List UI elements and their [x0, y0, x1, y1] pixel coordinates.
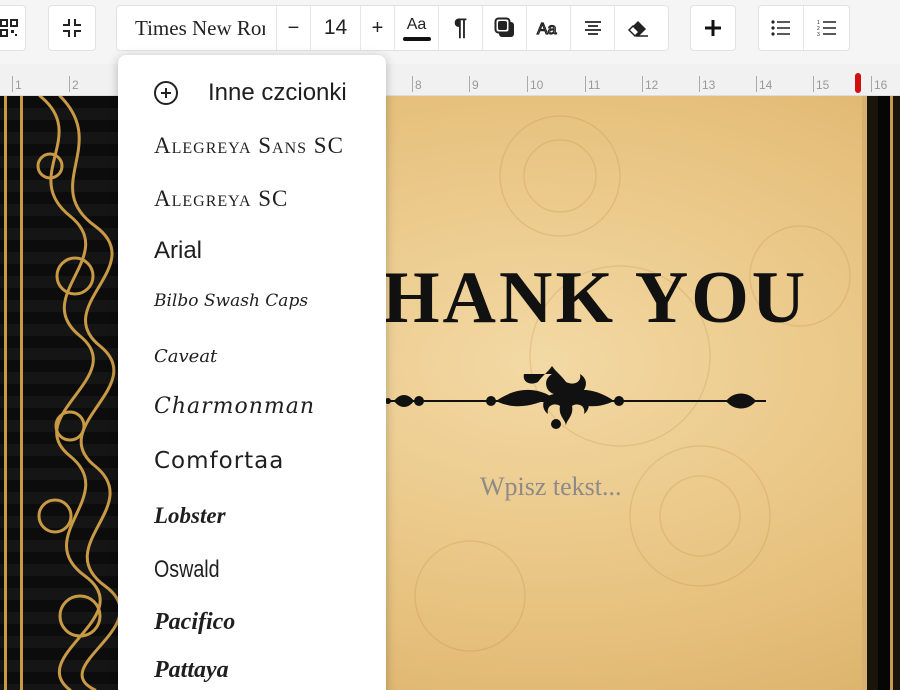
- ruler-tick: 10: [526, 76, 544, 92]
- text-shadow-button[interactable]: [483, 6, 527, 50]
- ruler-tick: 13: [698, 76, 716, 92]
- collapse-icon: [49, 6, 95, 50]
- qr-code-button[interactable]: [0, 5, 26, 51]
- font-option-bilbo-swash-caps[interactable]: Bilbo Swash Caps: [154, 291, 308, 311]
- card-headline[interactable]: HANK YOU: [382, 256, 808, 341]
- numbered-list-icon: 1 2 3: [817, 20, 836, 37]
- font-option-caveat[interactable]: Caveat: [154, 346, 217, 367]
- decrease-size-button[interactable]: −: [277, 6, 311, 50]
- ruler-tick: 15: [812, 76, 830, 92]
- numbered-list-button[interactable]: 1 2 3: [804, 6, 849, 50]
- eraser-button[interactable]: [615, 6, 661, 50]
- text-outline-icon: Aa: [536, 20, 557, 38]
- font-option-lobster[interactable]: Lobster: [154, 503, 226, 529]
- ornate-border-left: [0, 96, 118, 690]
- collapse-button[interactable]: [48, 5, 96, 51]
- eraser-icon: [627, 21, 648, 38]
- qr-code-icon: [0, 6, 25, 50]
- text-shadow-icon: [494, 17, 514, 37]
- font-option-charmonman[interactable]: Charmonman: [154, 394, 315, 419]
- ruler-tick: 11: [584, 76, 601, 92]
- ruler-margin-marker[interactable]: [855, 73, 861, 93]
- ruler-tick: 1: [12, 76, 22, 92]
- text-format-group: Times New Roman − 14 + Aa ¶ Aa: [116, 5, 669, 51]
- text-color-swatch: [402, 36, 431, 41]
- ruler-tick: 2: [69, 76, 79, 92]
- bullet-list-icon: [771, 20, 790, 36]
- editor-window: Times New Roman − 14 + Aa ¶ Aa: [0, 0, 900, 690]
- font-option-alegreya-sans-sc[interactable]: Alegreya Sans SC: [154, 133, 344, 159]
- align-center-icon: [584, 21, 601, 35]
- text-color-label: Aa: [406, 15, 427, 33]
- list-group: 1 2 3: [758, 5, 850, 51]
- increase-size-button[interactable]: +: [361, 6, 395, 50]
- font-option-pattaya[interactable]: Pattaya: [154, 657, 229, 684]
- ornate-swirl-icon: [36, 96, 118, 690]
- ruler-tick: 14: [755, 76, 773, 92]
- text-placeholder[interactable]: Wpisz tekst...: [480, 472, 622, 502]
- font-option-pacifico[interactable]: Pacifico: [154, 609, 235, 636]
- add-button[interactable]: [690, 5, 736, 51]
- more-fonts-item[interactable]: Inne czcionki: [154, 79, 347, 107]
- more-fonts-label: Inne czcionki: [208, 79, 347, 106]
- text-outline-button[interactable]: Aa: [527, 6, 571, 50]
- font-option-comfortaa[interactable]: Comfortaa: [154, 448, 284, 474]
- add-circle-icon: [154, 81, 178, 105]
- bullet-list-button[interactable]: [759, 6, 805, 50]
- font-size-input[interactable]: 14: [311, 6, 361, 50]
- font-option-oswald[interactable]: Oswald: [154, 556, 220, 584]
- plus-icon: [691, 6, 735, 50]
- divider-ornament-icon: [386, 366, 766, 429]
- pilcrow-icon[interactable]: ¶: [439, 6, 483, 50]
- svg-text:Aa: Aa: [537, 21, 557, 38]
- text-color-button[interactable]: Aa: [395, 6, 439, 50]
- ruler-tick: 12: [641, 76, 659, 92]
- font-option-alegreya-sc[interactable]: Alegreya SC: [154, 186, 288, 212]
- ruler-tick: 16: [870, 76, 888, 92]
- align-center-button[interactable]: [571, 6, 615, 50]
- svg-text:3: 3: [817, 32, 820, 37]
- font-option-arial[interactable]: Arial: [154, 237, 202, 265]
- ruler-tick: 8: [412, 76, 422, 92]
- font-dropdown-menu: Inne czcionki Alegreya Sans SC Alegreya …: [118, 55, 386, 690]
- ruler-tick: 9: [469, 76, 479, 92]
- border-right: [862, 96, 900, 690]
- font-family-select[interactable]: Times New Roman: [117, 6, 277, 50]
- font-family-value: Times New Roman: [135, 15, 265, 40]
